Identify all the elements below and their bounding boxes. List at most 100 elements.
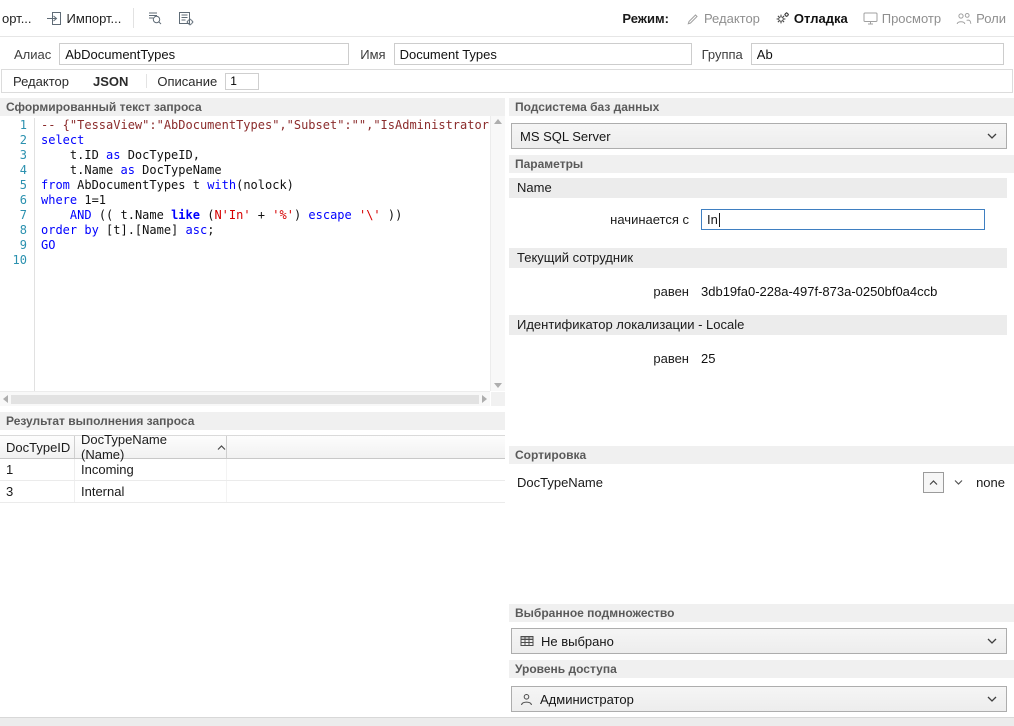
mode-roles-button[interactable]: Роли <box>956 11 1006 26</box>
mode-editor-label: Редактор <box>704 11 760 26</box>
result-table: DocTypeID DocTypeName (Name) 1Incoming3I… <box>0 435 505 717</box>
parameters-header: Параметры <box>509 155 1014 173</box>
query-result-header: Результат выполнения запроса <box>0 412 505 430</box>
main-area: Сформированный текст запроса 12345678910… <box>0 98 1014 717</box>
sql-code-editor[interactable]: 12345678910 -- {"TessaView":"AbDocumentT… <box>0 116 505 406</box>
param-locale-operator: равен <box>509 351 689 366</box>
chevron-down-icon <box>987 638 997 644</box>
mode-editor-button[interactable]: Редактор <box>686 11 760 26</box>
name-label: Имя <box>360 47 385 62</box>
sort-mode-label: none <box>976 475 1005 490</box>
grid-icon <box>520 635 534 647</box>
column-header-filler <box>227 436 505 458</box>
alias-input[interactable] <box>59 43 349 65</box>
column-header-doctypename-label: DocTypeName (Name) <box>81 432 210 462</box>
mode-view-button[interactable]: Просмотр <box>863 11 941 26</box>
table-row[interactable]: 3Internal <box>0 481 505 503</box>
view-editor-window: орт... Импорт... Режим: <box>0 0 1014 726</box>
chevron-up-icon <box>929 480 938 485</box>
gear-icon <box>775 11 790 25</box>
code-lines[interactable]: -- {"TessaView":"AbDocumentTypes","Subse… <box>35 118 490 391</box>
status-bar <box>0 717 1014 726</box>
horizontal-scrollbar[interactable] <box>0 391 490 406</box>
mode-debug-label: Отладка <box>794 11 848 26</box>
toolbar-left-group: орт... Импорт... <box>0 6 622 30</box>
mode-debug-button[interactable]: Отладка <box>775 11 848 26</box>
chevron-down-icon <box>987 696 997 702</box>
param-employee-value: 3db19fa0-228a-497f-873a-0250bf0a4ccb <box>701 284 937 299</box>
mode-view-label: Просмотр <box>882 11 941 26</box>
db-subsystem-value: MS SQL Server <box>520 129 611 144</box>
scroll-right-icon[interactable] <box>482 395 487 403</box>
sort-up-button[interactable] <box>923 472 944 493</box>
scroll-left-icon[interactable] <box>3 395 8 403</box>
access-level-header: Уровень доступа <box>509 660 1014 678</box>
column-header-doctypeid-label: DocTypeID <box>6 440 70 455</box>
alias-label: Алиас <box>14 47 51 62</box>
scroll-up-icon[interactable] <box>494 119 502 124</box>
import-icon <box>46 11 62 26</box>
result-table-header: DocTypeID DocTypeName (Name) <box>0 435 505 459</box>
sort-field-label: DocTypeName <box>517 475 603 490</box>
mode-label: Режим: <box>622 11 669 26</box>
table-row[interactable]: 1Incoming <box>0 459 505 481</box>
scroll-down-icon[interactable] <box>494 383 502 388</box>
param-locale-row: равен 25 <box>509 351 1014 366</box>
tabs-divider <box>146 74 147 88</box>
code-gutter: 12345678910 <box>0 118 35 391</box>
mode-switcher: Режим: Редактор Отладка Просмотр <box>622 11 1006 26</box>
db-subsystem-header: Подсистема баз данных <box>509 98 1014 116</box>
param-employee-operator: равен <box>509 284 689 299</box>
import-button[interactable]: Импорт... <box>42 8 126 29</box>
param-name-input-value: In <box>707 212 718 227</box>
column-header-doctypeid[interactable]: DocTypeID <box>0 436 75 458</box>
sorting-row: DocTypeName none <box>509 472 1014 493</box>
description-input[interactable] <box>225 73 259 90</box>
param-name-operator: начинается с <box>509 212 689 227</box>
mode-roles-label: Роли <box>976 11 1006 26</box>
sort-ascending-icon <box>217 445 226 450</box>
search-document-icon <box>147 11 163 26</box>
people-icon <box>956 12 972 25</box>
query-text-header: Сформированный текст запроса <box>0 98 505 116</box>
view-properties-row: Алиас Имя Группа <box>0 42 1014 66</box>
param-name-row: начинается с In <box>509 209 1014 230</box>
db-subsystem-select[interactable]: MS SQL Server <box>511 123 1007 149</box>
param-locale-value: 25 <box>701 351 715 366</box>
text-caret <box>719 213 720 227</box>
horizontal-scroll-thumb[interactable] <box>11 395 479 404</box>
param-employee-title: Текущий сотрудник <box>509 248 1007 268</box>
monitor-icon <box>863 12 878 25</box>
param-locale-title: Идентификатор локализации - Locale <box>509 315 1007 335</box>
sorting-header: Сортировка <box>509 446 1014 464</box>
import-button-label: Импорт... <box>67 11 122 26</box>
tab-json[interactable]: JSON <box>91 74 130 89</box>
editor-tabs: Редактор JSON Описание <box>1 69 1013 93</box>
toolbar: орт... Импорт... Режим: <box>0 0 1014 37</box>
subset-header: Выбранное подмножество <box>509 604 1014 622</box>
param-name-input[interactable]: In <box>701 209 985 230</box>
subset-value: Не выбрано <box>541 634 614 649</box>
export-button[interactable]: орт... <box>0 8 36 29</box>
left-panel: Сформированный текст запроса 12345678910… <box>0 98 505 717</box>
param-employee-row: равен 3db19fa0-228a-497f-873a-0250bf0a4c… <box>509 284 1014 299</box>
column-header-doctypename[interactable]: DocTypeName (Name) <box>75 436 227 458</box>
sort-down-button[interactable] <box>949 473 968 492</box>
tab-editor[interactable]: Редактор <box>11 74 71 89</box>
export-button-label: орт... <box>2 11 32 26</box>
scrollbar-corner <box>491 392 505 406</box>
toolbar-separator <box>133 8 134 28</box>
access-level-select[interactable]: Администратор <box>511 686 1007 712</box>
right-panel: Подсистема баз данных MS SQL Server Пара… <box>509 98 1014 717</box>
list-gear-icon <box>178 11 194 26</box>
param-name-title: Name <box>509 178 1007 198</box>
pencil-icon <box>686 11 700 25</box>
person-icon <box>520 693 533 706</box>
preview-sql-button[interactable] <box>142 6 168 30</box>
group-input[interactable] <box>751 43 1004 65</box>
view-settings-button[interactable] <box>173 6 199 30</box>
subset-select[interactable]: Не выбрано <box>511 628 1007 654</box>
access-level-value: Администратор <box>540 692 634 707</box>
name-input[interactable] <box>394 43 692 65</box>
vertical-scrollbar[interactable] <box>490 116 505 391</box>
